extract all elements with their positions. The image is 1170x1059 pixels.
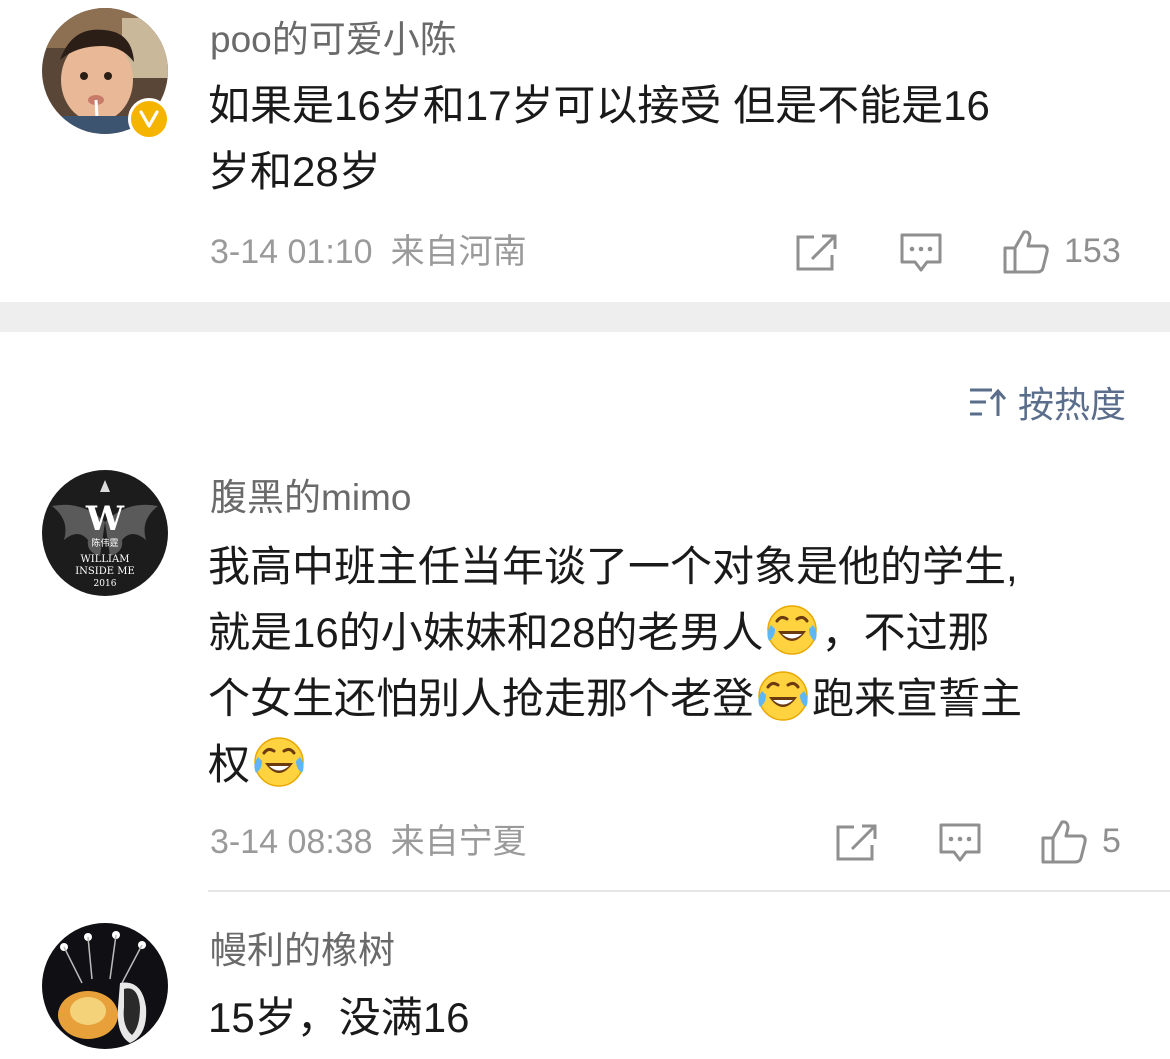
- comment-line: 就是16的小妹妹和28的老男人 ，不过那: [208, 600, 1022, 666]
- comment-line: 15岁，没满16: [208, 994, 470, 1041]
- thumbs-up-icon: [1003, 230, 1049, 274]
- comment-fragment: 权: [208, 741, 251, 788]
- sort-icon: [969, 388, 1006, 416]
- sort-button[interactable]: 按热度: [968, 376, 1126, 428]
- comment-text: 如果是16岁和17岁可以接受 但是不能是16 岁和28岁: [208, 73, 990, 205]
- avatar-caption: WILLIAM: [81, 554, 130, 565]
- laugh-cry-emoji: [252, 735, 306, 789]
- comment-location: 来自河南: [390, 233, 527, 271]
- avatar[interactable]: [42, 923, 168, 1049]
- comment-line: 岁和28岁: [208, 148, 381, 195]
- comment-meta: 3-14 01:10 来自河南: [210, 232, 545, 272]
- comment-text: 15岁，没满16: [208, 985, 469, 1051]
- comment-date: 3-14 08:38: [210, 823, 373, 861]
- comment-line: 我高中班主任当年谈了一个对象是他的学生,: [208, 543, 1018, 590]
- comment-date: 3-14 01:10: [210, 233, 373, 271]
- sort-label: 按热度: [1017, 384, 1126, 425]
- comment-line: 如果是16岁和17岁可以接受 但是不能是16: [208, 82, 990, 129]
- share-icon: [836, 824, 877, 861]
- comment-item: poo的可爱小陈 如果是16岁和17岁可以接受 但是不能是16 岁和28岁 3-…: [0, 0, 1170, 302]
- username[interactable]: poo的可爱小陈: [210, 18, 457, 62]
- comment-meta: 3-14 08:38 来自宁夏: [210, 822, 545, 862]
- comment-fragment: 个女生还怕别人抢走那个老登: [208, 675, 755, 722]
- share-icon: [796, 234, 837, 271]
- reply-button[interactable]: [938, 820, 982, 866]
- comment-line: 个女生还怕别人抢走那个老登 跑来宣誓主: [208, 666, 1022, 732]
- thumbs-up-icon: [1041, 820, 1087, 864]
- avatar[interactable]: W 陈伟霆 WILLIAM INSIDE ME 2016: [42, 470, 168, 596]
- avatar-name: 陈伟霆: [91, 537, 118, 549]
- username[interactable]: 幔利的橡树: [210, 929, 395, 973]
- laugh-cry-emoji: [765, 603, 819, 657]
- comment-icon: [900, 233, 942, 272]
- laugh-cry-emoji: [756, 669, 810, 723]
- section-separator: [0, 302, 1170, 332]
- comment-divider: [208, 890, 1170, 892]
- avatar-caption: 2016: [94, 579, 117, 589]
- comment-line: 权: [208, 732, 1022, 798]
- like-button[interactable]: 5: [1040, 818, 1121, 864]
- username[interactable]: 腹黑的mimo: [210, 476, 411, 520]
- avatar-letter: W: [85, 499, 125, 539]
- avatar-logo: W 陈伟霆 WILLIAM INSIDE ME 2016: [42, 470, 168, 596]
- like-button[interactable]: 153: [1002, 228, 1121, 274]
- comment-feed: poo的可爱小陈 如果是16岁和17岁可以接受 但是不能是16 岁和28岁 3-…: [0, 0, 1170, 1059]
- share-button[interactable]: [834, 820, 878, 866]
- comment-fragment: ，不过那: [821, 609, 990, 656]
- avatar-photo: [42, 923, 168, 1049]
- comment-fragment: 跑来宣誓主: [812, 675, 1023, 722]
- like-count: 153: [1064, 231, 1121, 270]
- share-button[interactable]: [794, 230, 838, 276]
- like-count: 5: [1102, 821, 1121, 860]
- comment-text: 我高中班主任当年谈了一个对象是他的学生, 就是16的小妹妹和28的老男人 ，不过那…: [208, 534, 1022, 798]
- avatar-caption: INSIDE ME: [75, 566, 135, 577]
- verified-badge-icon: [128, 98, 170, 140]
- comment-icon: [939, 823, 981, 862]
- reply-button[interactable]: [899, 230, 943, 276]
- comment-location: 来自宁夏: [390, 823, 527, 861]
- comment-fragment: 就是16的小妹妹和28的老男人: [208, 609, 764, 656]
